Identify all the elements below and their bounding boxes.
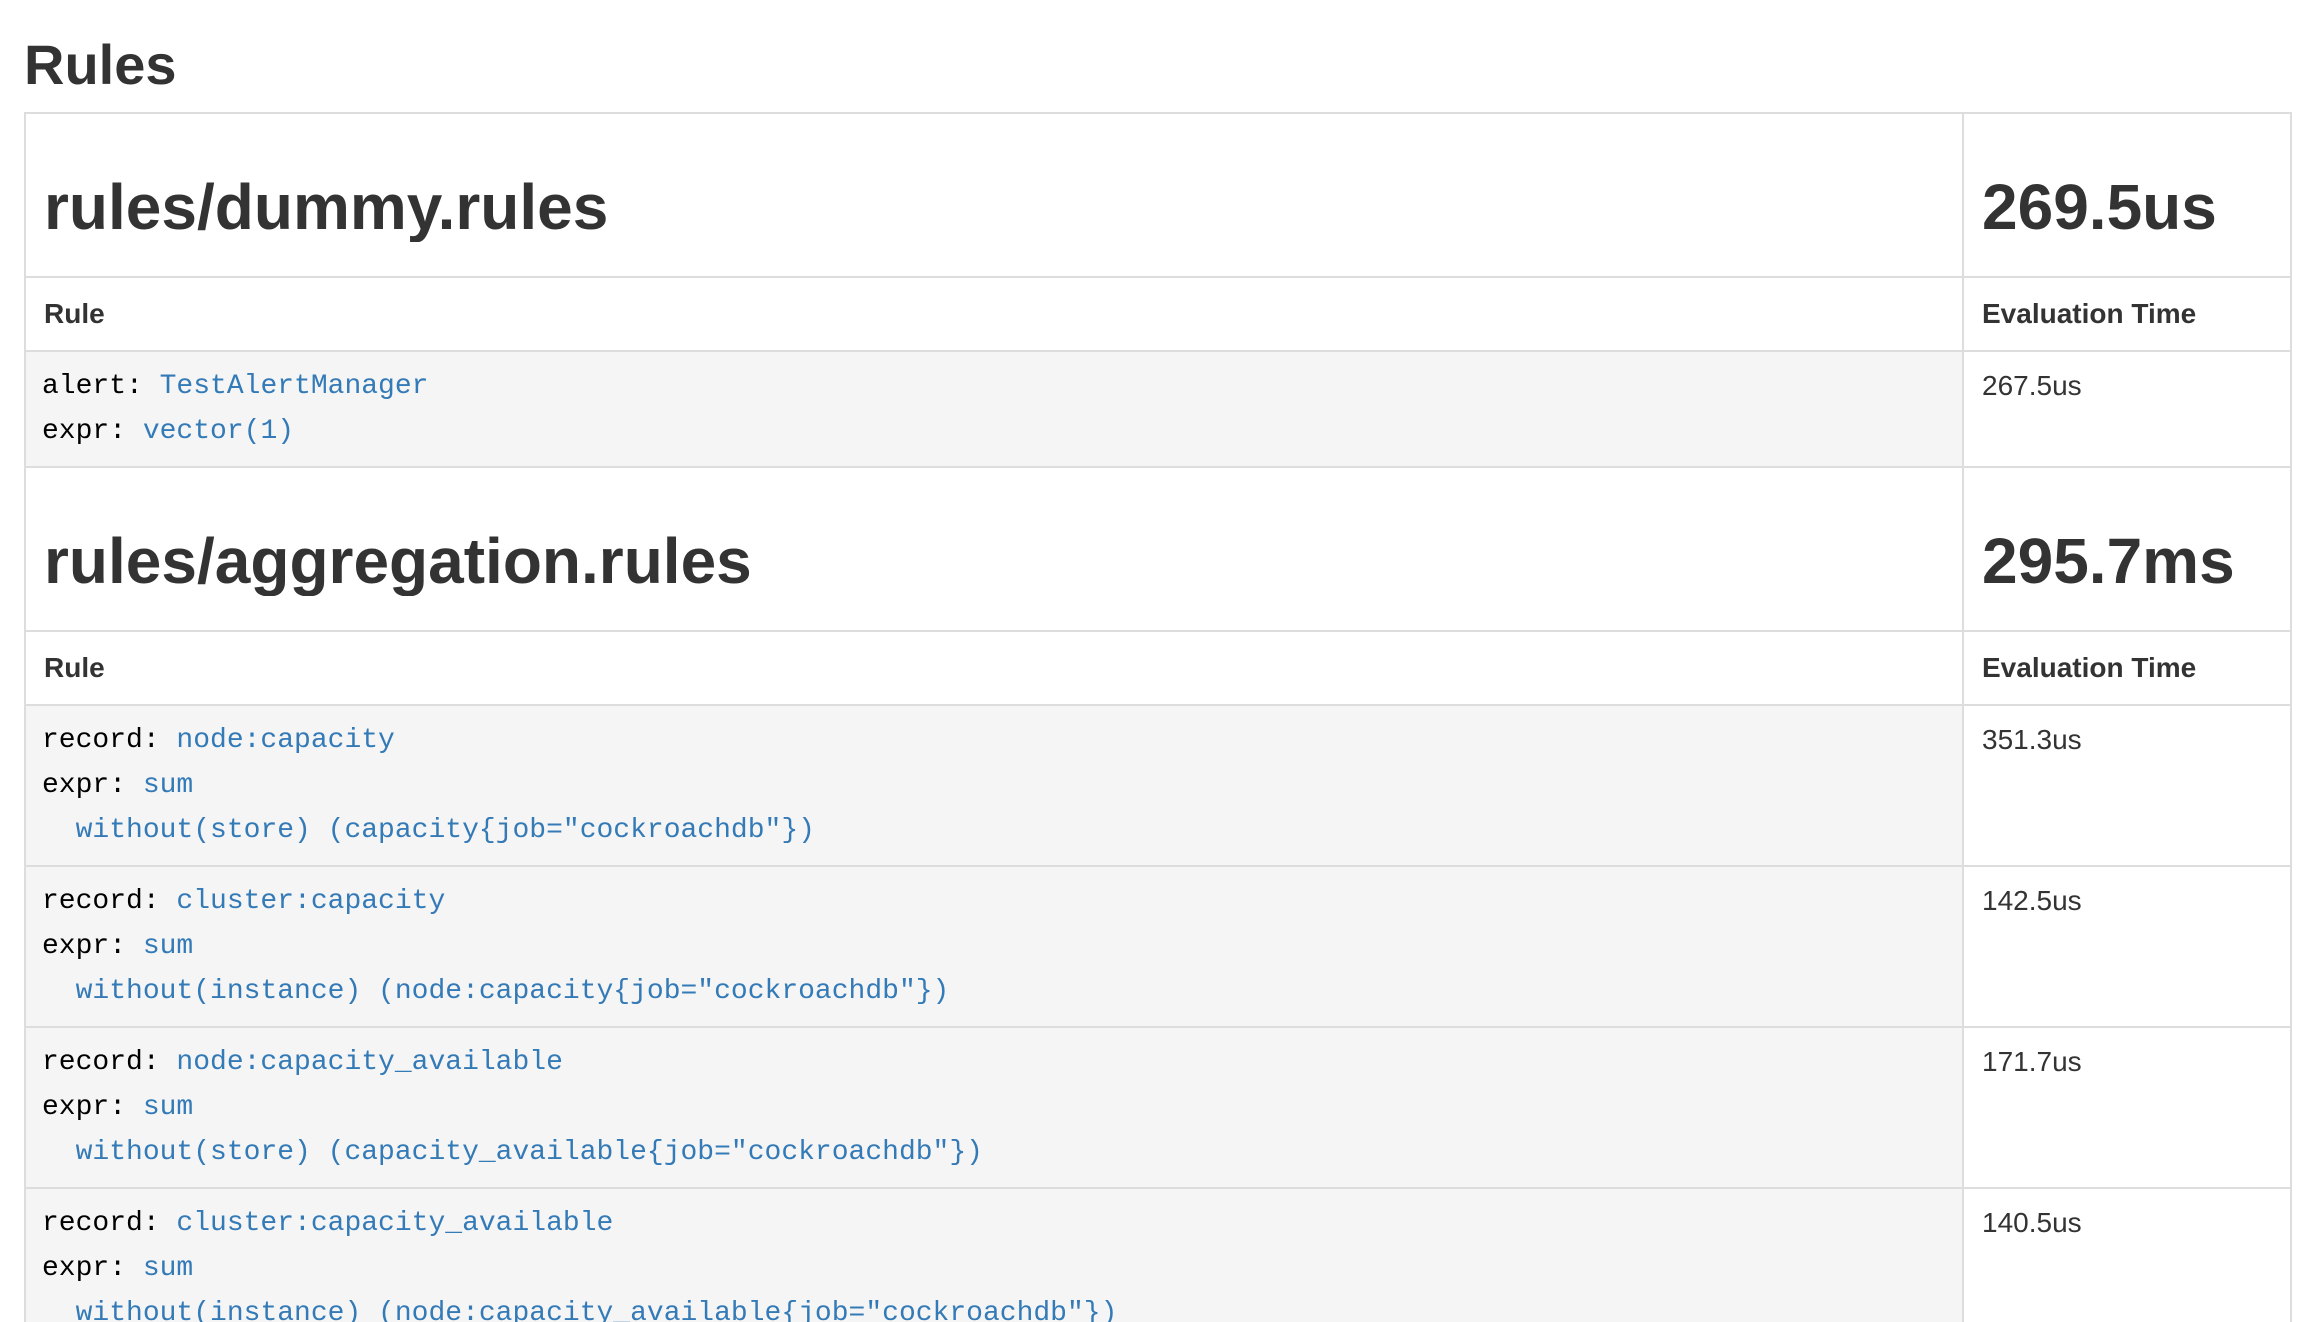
rule-cell: record: node:capacity_available expr: su… — [25, 1027, 1963, 1188]
rule-evaluation-time: 171.7us — [1963, 1027, 2291, 1188]
rule-evaluation-time: 351.3us — [1963, 705, 2291, 866]
rule-keyword: alert: — [42, 371, 160, 402]
group-evaluation-time: 269.5us — [1982, 172, 2272, 242]
rule-keyword: record: — [42, 725, 176, 756]
rule-row: record: cluster:capacity expr: sum witho… — [25, 866, 2291, 1027]
rule-keyword: expr: — [42, 931, 143, 962]
rule-code: record: cluster:capacity_available expr:… — [42, 1208, 1117, 1322]
group-file-name: rules/dummy.rules — [44, 172, 1944, 242]
evaluation-time-column-header: Evaluation Time — [1963, 631, 2291, 705]
rule-evaluation-time: 142.5us — [1963, 866, 2291, 1027]
rule-link[interactable]: sum without(instance) (node:capacity_ava… — [42, 1253, 1117, 1322]
rule-row: record: node:capacity expr: sum without(… — [25, 705, 2291, 866]
rule-cell: record: cluster:capacity expr: sum witho… — [25, 866, 1963, 1027]
column-header-row: RuleEvaluation Time — [25, 277, 2291, 351]
rule-groups: rules/dummy.rules269.5usRuleEvaluation T… — [24, 112, 2292, 1322]
rule-keyword: expr: — [42, 1253, 143, 1284]
rule-code: record: node:capacity_available expr: su… — [42, 1047, 983, 1168]
rule-group-table: rules/aggregation.rules 295.7ms RuleEvalua… — [24, 466, 2292, 1322]
rule-keyword: expr: — [42, 1092, 143, 1123]
rule-cell: record: node:capacity expr: sum without(… — [25, 705, 1963, 866]
rule-link[interactable]: vector(1) — [143, 416, 294, 447]
rule-link[interactable]: node:capacity — [176, 725, 394, 756]
group-header-row: rules/aggregation.rules 295.7ms — [25, 467, 2291, 631]
group-file-name: rules/aggregation.rules — [44, 526, 1944, 596]
rule-link[interactable]: node:capacity_available — [176, 1047, 562, 1078]
rule-link[interactable]: cluster:capacity — [176, 886, 445, 917]
group-evaluation-time: 295.7ms — [1982, 526, 2272, 596]
rule-link[interactable]: sum without(store) (capacity_available{j… — [42, 1092, 983, 1168]
rule-row: alert: TestAlertManager expr: vector(1) 2… — [25, 351, 2291, 467]
rule-column-header: Rule — [25, 277, 1963, 351]
rule-group-table: rules/dummy.rules 269.5us RuleEvaluation T… — [24, 112, 2292, 468]
rule-column-header: Rule — [25, 631, 1963, 705]
rule-code: record: node:capacity expr: sum without(… — [42, 725, 815, 846]
rule-link[interactable]: TestAlertManager — [160, 371, 429, 402]
rule-keyword: expr: — [42, 770, 143, 801]
rule-link[interactable]: sum without(instance) (node:capacity{job… — [42, 931, 949, 1007]
rule-row: record: node:capacity_available expr: su… — [25, 1027, 2291, 1188]
rule-keyword: expr: — [42, 416, 143, 447]
group-eval-cell: 295.7ms — [1963, 467, 2291, 631]
group-name-cell: rules/aggregation.rules — [25, 467, 1963, 631]
evaluation-time-column-header: Evaluation Time — [1963, 277, 2291, 351]
rule-evaluation-time: 140.5us — [1963, 1188, 2291, 1322]
rule-link[interactable]: cluster:capacity_available — [176, 1208, 613, 1239]
rule-link[interactable]: sum without(store) (capacity{job="cockro… — [42, 770, 815, 846]
rule-code: record: cluster:capacity expr: sum witho… — [42, 886, 949, 1007]
rule-evaluation-time: 267.5us — [1963, 351, 2291, 467]
rule-code: alert: TestAlertManager expr: vector(1) — [42, 371, 428, 447]
column-header-row: RuleEvaluation Time — [25, 631, 2291, 705]
group-eval-cell: 269.5us — [1963, 113, 2291, 277]
rule-keyword: record: — [42, 1208, 176, 1239]
rule-cell: record: cluster:capacity_available expr:… — [25, 1188, 1963, 1322]
rule-cell: alert: TestAlertManager expr: vector(1) — [25, 351, 1963, 467]
page-title: Rules — [24, 34, 2292, 96]
rule-row: record: cluster:capacity_available expr:… — [25, 1188, 2291, 1322]
group-header-row: rules/dummy.rules 269.5us — [25, 113, 2291, 277]
rule-keyword: record: — [42, 1047, 176, 1078]
group-name-cell: rules/dummy.rules — [25, 113, 1963, 277]
rule-keyword: record: — [42, 886, 176, 917]
